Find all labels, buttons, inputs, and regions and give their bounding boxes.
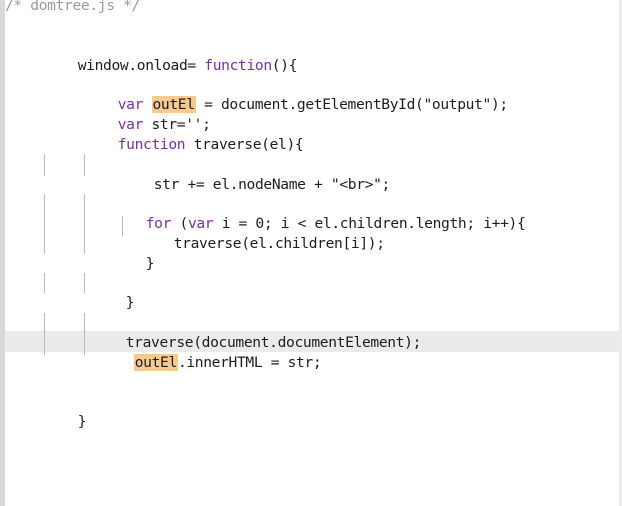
indent-guide bbox=[44, 194, 45, 254]
indent-guide bbox=[84, 194, 85, 254]
code-token: } bbox=[125, 294, 135, 311]
code-line-recursive-call[interactable]: traverse(el.children[i]); bbox=[140, 214, 385, 252]
code-token: str += el.nodeName + "<br>"; bbox=[153, 176, 391, 193]
indent-guide bbox=[84, 273, 85, 293]
code-line-close-function[interactable]: } bbox=[92, 273, 135, 311]
code-token: traverse(el.children[i]); bbox=[173, 235, 385, 252]
code-line-outel-declaration[interactable]: var outEl = document.getElementById("out… bbox=[84, 75, 508, 113]
code-token: .innerHTML = str; bbox=[177, 354, 322, 371]
code-line-inner-html[interactable]: outEl.innerHTML = str; bbox=[100, 333, 322, 371]
code-token: (){ bbox=[271, 57, 298, 74]
selection-highlight: outEl bbox=[133, 354, 178, 371]
code-token: window.onload= bbox=[77, 57, 205, 74]
code-line-str-append[interactable]: str += el.nodeName + "<br>"; bbox=[120, 155, 391, 193]
code-token: = document.getElementById("output"); bbox=[195, 96, 508, 113]
code-token: traverse(el){ bbox=[193, 136, 304, 153]
code-line-traverse-call[interactable]: traverse(document.documentElement); bbox=[92, 313, 422, 351]
indent-guide bbox=[44, 273, 45, 293]
code-line-onload[interactable]: window.onload= function(){ bbox=[44, 36, 298, 74]
keyword-token: function bbox=[117, 136, 194, 153]
code-token: } bbox=[77, 413, 87, 430]
code-line-comment[interactable]: /* domtree.js */ bbox=[5, 0, 140, 16]
keyword-token: function bbox=[204, 57, 272, 74]
code-line-close-onload[interactable]: } bbox=[44, 392, 87, 430]
code-line-close-for[interactable]: } bbox=[112, 234, 155, 272]
indent-guide bbox=[84, 313, 85, 355]
window-edge-left bbox=[0, 0, 5, 506]
code-line-for-loop[interactable]: for (var i = 0; i < el.children.length; … bbox=[112, 194, 526, 232]
code-line-str-declaration[interactable]: var str=''; bbox=[84, 95, 211, 133]
code-editor[interactable]: /* domtree.js */ window.onload= function… bbox=[0, 0, 622, 506]
indent-guide bbox=[44, 313, 45, 355]
code-token: } bbox=[145, 255, 155, 272]
code-line-traverse-function[interactable]: function traverse(el){ bbox=[84, 115, 304, 153]
indent-guide bbox=[44, 154, 45, 176]
